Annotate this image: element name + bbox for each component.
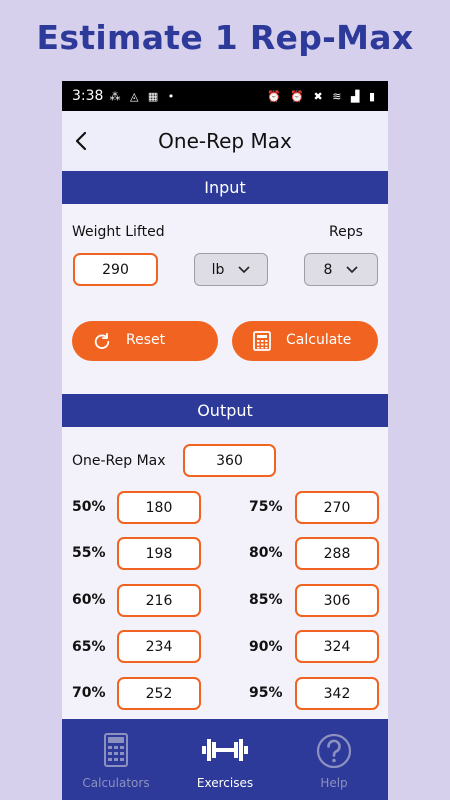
percent-label: 70%: [72, 685, 106, 701]
nav-label: Help: [320, 776, 348, 790]
calculator-icon: [62, 733, 170, 769]
percent-label: 80%: [249, 545, 283, 561]
one-rep-max-label: One-Rep Max: [72, 453, 166, 469]
percent-label: 85%: [249, 592, 283, 608]
percent-output: 288: [295, 537, 379, 570]
status-bar: 3:38 ⁂ ◬ ▦ • ⏰ ⏰ ✖ ≋ ▟ ▮: [62, 81, 388, 111]
dumbbell-icon: [171, 733, 279, 769]
chevron-left-icon: [75, 131, 87, 151]
status-notification-icons: ⁂ ◬ ▦ •: [109, 89, 178, 103]
status-system-icons: ⏰ ⏰ ✖ ≋ ▟ ▮: [267, 89, 378, 103]
weight-lifted-label: Weight Lifted: [72, 224, 165, 240]
reset-button[interactable]: Reset: [72, 321, 218, 361]
percent-label: 50%: [72, 499, 106, 515]
calculate-button[interactable]: Calculate: [232, 321, 378, 361]
status-time: 3:38: [72, 88, 104, 104]
nav-label: Exercises: [196, 776, 254, 790]
app-header: One-Rep Max: [62, 111, 388, 171]
calculator-icon: [252, 331, 272, 351]
nav-item-calculators[interactable]: Calculators: [62, 719, 170, 800]
refresh-icon: [92, 331, 112, 351]
percent-label: 55%: [72, 545, 106, 561]
percent-output: 342: [295, 677, 379, 710]
unit-select-value: lb: [211, 261, 225, 278]
calculate-button-label: Calculate: [286, 332, 352, 348]
percent-output: 180: [117, 491, 201, 524]
unit-select[interactable]: lb: [194, 253, 268, 286]
input-section-header: Input: [62, 171, 388, 204]
chevron-down-icon: [346, 265, 359, 273]
percent-label: 65%: [72, 639, 106, 655]
bottom-nav: Calculators Exercises Help: [62, 719, 388, 800]
page-title: One-Rep Max: [158, 129, 292, 153]
one-rep-max-output: 360: [183, 444, 276, 477]
percent-label: 90%: [249, 639, 283, 655]
percent-output: 306: [295, 584, 379, 617]
phone-screen: 3:38 ⁂ ◬ ▦ • ⏰ ⏰ ✖ ≋ ▟ ▮ One-Rep Max Inp…: [62, 81, 388, 800]
percent-output: 324: [295, 630, 379, 663]
back-button[interactable]: [66, 125, 98, 157]
reps-select-value: 8: [323, 261, 333, 278]
percent-output: 270: [295, 491, 379, 524]
percent-output: 252: [117, 677, 201, 710]
percent-label: 75%: [249, 499, 283, 515]
nav-label: Calculators: [82, 776, 150, 790]
percent-label: 95%: [249, 685, 283, 701]
percent-output: 234: [117, 630, 201, 663]
nav-item-exercises[interactable]: Exercises: [171, 719, 279, 800]
percent-output: 216: [117, 584, 201, 617]
chevron-down-icon: [238, 265, 250, 273]
weight-input[interactable]: 290: [73, 253, 158, 286]
promo-title: Estimate 1 Rep-Max: [36, 18, 414, 57]
percent-output: 198: [117, 537, 201, 570]
reps-select[interactable]: 8: [304, 253, 378, 286]
percent-label: 60%: [72, 592, 106, 608]
output-section-header: Output: [62, 394, 388, 427]
nav-item-help[interactable]: Help: [280, 719, 388, 800]
reset-button-label: Reset: [126, 332, 166, 348]
reps-label: Reps: [329, 224, 363, 240]
help-icon: [280, 733, 388, 769]
